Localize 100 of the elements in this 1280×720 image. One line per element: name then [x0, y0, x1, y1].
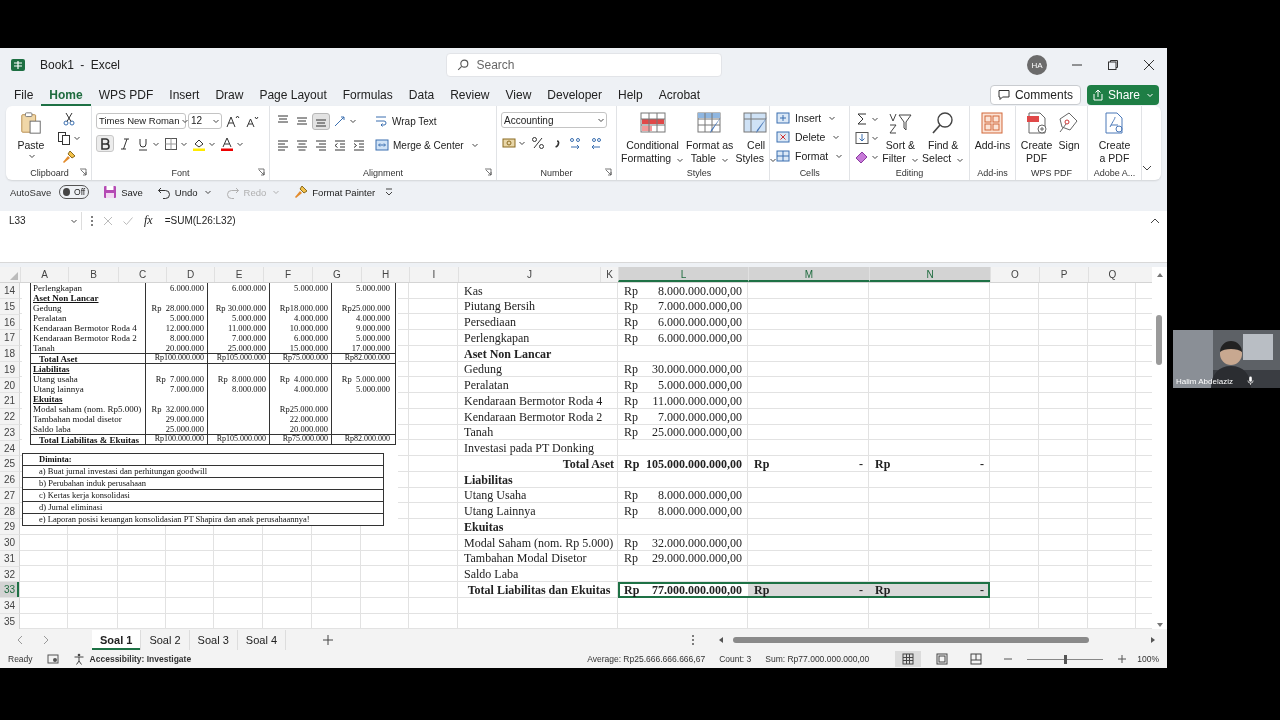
font-family-dropdown[interactable]: Times New Roman [96, 112, 186, 129]
document-text: Ekuitas [32, 394, 64, 405]
column-header[interactable]: H [361, 267, 409, 283]
row-header[interactable]: 25 [0, 456, 20, 473]
ribbon-tab[interactable]: Acrobat [650, 83, 709, 106]
create-pdf-button[interactable]: Create a PDF [1097, 110, 1132, 166]
ribbon-tab[interactable]: Developer [539, 83, 610, 106]
column-header[interactable]: B [68, 267, 118, 283]
column-header[interactable]: F [263, 267, 312, 283]
font-size-dropdown[interactable]: 12 [188, 112, 222, 129]
table-cell[interactable]: Rp - [748, 456, 869, 473]
table-cell[interactable]: Rp 7.000.000.000,00 [618, 409, 748, 425]
create-pdf-button[interactable]: Create PDF [1019, 110, 1054, 166]
document-text: Peralatan [32, 313, 68, 324]
column-header[interactable]: Q [1088, 267, 1136, 283]
cell-text: Gedung [464, 362, 502, 378]
document-text: Rp 4.000.000 [279, 374, 328, 385]
format-painter-button[interactable]: Format Painter [294, 185, 376, 200]
table-cell[interactable]: Rp - [869, 582, 990, 599]
ribbon-tab[interactable]: View [497, 83, 540, 106]
row-header[interactable]: 34 [0, 598, 20, 614]
ribbon-tab[interactable]: Home [41, 83, 91, 106]
column-header[interactable]: D [166, 267, 214, 283]
ribbon-tab[interactable]: Formulas [334, 83, 401, 106]
save-button[interactable]: Save [103, 185, 143, 200]
table-cell[interactable]: Rp 25.000.000.000,00 [618, 424, 748, 441]
row-header[interactable]: 21 [0, 393, 20, 410]
document-text: Rp 8.000.000 [217, 374, 266, 385]
row-header[interactable]: 17 [0, 330, 20, 347]
table-cell[interactable]: Rp 11.000.000.000,00 [618, 393, 748, 410]
conditional-formatting-button[interactable]: Conditional Formatting [620, 110, 686, 166]
row-header[interactable]: 26 [0, 472, 20, 488]
table-cell[interactable]: Rp 7.000.000.000,00 [618, 298, 748, 315]
sign-button[interactable]: Sign [1055, 110, 1084, 153]
insert-function-button[interactable]: fx [144, 213, 153, 229]
column-header[interactable]: C [118, 267, 166, 283]
column-header[interactable]: E [214, 267, 263, 283]
document-text: Rp105.000.000 [216, 434, 266, 444]
sheet-tab[interactable]: Soal 4 [237, 629, 286, 650]
table-cell[interactable]: Rp 6.000.000.000,00 [618, 330, 748, 347]
table-cell[interactable]: Rp 8.000.000.000,00 [618, 487, 748, 504]
ribbon-tab[interactable]: Help [610, 83, 651, 106]
sheet-tab[interactable]: Soal 2 [141, 629, 190, 650]
ribbon-tab[interactable]: Page Layout [251, 83, 335, 106]
table-cell[interactable]: Rp 30.000.000.000,00 [618, 361, 748, 378]
column-header[interactable]: I [409, 267, 458, 283]
row-header[interactable]: 29 [0, 519, 20, 536]
sheet-tab[interactable]: Soal 1 [92, 629, 142, 650]
column-header[interactable]: M [748, 267, 869, 283]
find-select-button[interactable]: Find & Select [921, 110, 966, 166]
ribbon-tab[interactable]: Review [442, 83, 498, 106]
row-header[interactable]: 14 [0, 283, 20, 299]
sort-filter-button[interactable]: Sort & Filter [881, 110, 920, 166]
autosave-label: AutoSave [10, 186, 52, 198]
table-cell[interactable]: Rp 32.000.000.000,00 [618, 535, 748, 551]
paste-button[interactable]: Paste [16, 110, 46, 162]
row-header[interactable]: 22 [0, 409, 20, 425]
search-field[interactable]: Search [445, 53, 722, 78]
table-cell[interactable]: Rp - [748, 582, 869, 599]
ribbon-tab[interactable]: Insert [161, 83, 208, 106]
cell-text: Tanah [464, 425, 494, 441]
table-cell[interactable]: Rp 5.000.000.000,00 [618, 377, 748, 394]
column-header[interactable]: P [1039, 267, 1088, 283]
table-cell[interactable]: Rp 29.000.000.000,00 [618, 550, 748, 567]
accessibility-button[interactable]: Accessibility: Investigate [72, 653, 192, 666]
add-ins-button[interactable]: Add-ins [973, 110, 1012, 153]
ribbon-tab[interactable]: Draw [207, 83, 252, 106]
format-as-table-button[interactable]: Format as Table [685, 110, 735, 166]
ribbon-tab[interactable]: Data [400, 83, 443, 106]
document-text: 5.000.000 [356, 283, 390, 294]
column-header[interactable]: L [618, 267, 748, 283]
sheet-tab[interactable]: Soal 3 [189, 629, 238, 650]
row-header[interactable]: 33 [0, 582, 20, 599]
column-header[interactable]: N [869, 267, 990, 283]
column-header[interactable]: A [20, 267, 68, 283]
undo-button[interactable]: Undo [156, 185, 212, 200]
row-header[interactable]: 30 [0, 535, 20, 551]
comments-button[interactable]: Comments [989, 84, 1081, 105]
wrap-text-button[interactable]: Wrap Text [372, 112, 439, 131]
table-cell[interactable]: Rp 105.000.000.000,00 [618, 456, 748, 473]
table-cell[interactable]: Rp 6.000.000.000,00 [618, 314, 748, 331]
document-text: 12.000.000 [165, 323, 204, 334]
ribbon-tab[interactable]: File [6, 83, 42, 106]
document-text: 4.000.000 [356, 313, 390, 324]
table-cell[interactable]: Rp 8.000.000.000,00 [618, 283, 748, 299]
formula-field[interactable]: =SUM(L26:L32) [164, 215, 1141, 227]
table-cell[interactable]: Rp 77.000.000.000,00 [618, 582, 748, 599]
table-cell[interactable]: Rp 8.000.000.000,00 [618, 503, 748, 520]
column-header[interactable]: J [458, 267, 600, 283]
column-header[interactable]: O [990, 267, 1039, 283]
table-cell[interactable]: Rp - [869, 456, 990, 473]
merge-center-button[interactable]: Merge & Center [373, 136, 481, 155]
ribbon-tab[interactable]: WPS PDF [90, 83, 162, 106]
column-header[interactable]: G [312, 267, 361, 283]
share-button[interactable]: Share [1086, 84, 1159, 105]
row-header[interactable]: 18 [0, 346, 20, 362]
zoom-level-text[interactable]: 100% [1137, 654, 1159, 665]
name-box[interactable]: L33 [5, 211, 82, 230]
number-format-dropdown[interactable]: Accounting [501, 112, 607, 129]
account-avatar[interactable]: HA [1027, 55, 1047, 76]
